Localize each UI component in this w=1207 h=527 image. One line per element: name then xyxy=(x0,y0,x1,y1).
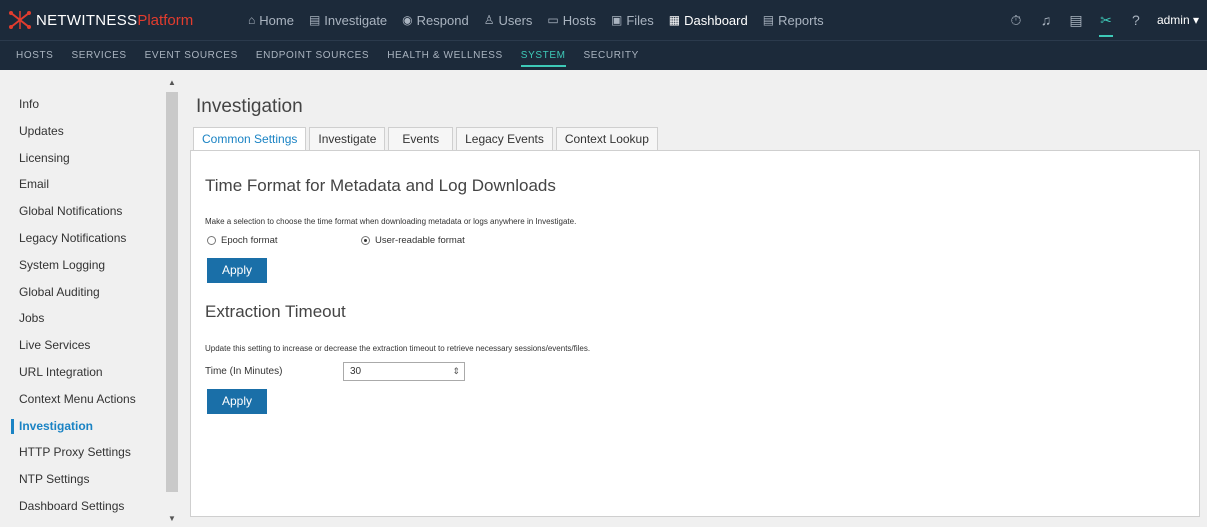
radio-label: Epoch format xyxy=(221,235,278,246)
time-format-title: Time Format for Metadata and Log Downloa… xyxy=(205,176,556,195)
subnav-endpoint-sources[interactable]: ENDPOINT SOURCES xyxy=(256,41,369,71)
nav-label: Home xyxy=(259,12,294,28)
main-content: Investigation Common Settings Investigat… xyxy=(190,78,1202,527)
sidebar-item-licensing[interactable]: Licensing xyxy=(0,145,164,172)
users-icon: ♙ xyxy=(483,13,495,27)
sidebar-item-global-notifications[interactable]: Global Notifications xyxy=(0,198,164,225)
sidebar-item-live-services[interactable]: Live Services xyxy=(0,332,164,359)
user-readable-format-radio[interactable]: User-readable format xyxy=(361,235,465,246)
sidebar-item-ntp-settings[interactable]: NTP Settings xyxy=(0,466,164,493)
nav-label: Reports xyxy=(778,12,824,28)
sidebar-item-jobs[interactable]: Jobs xyxy=(0,305,164,332)
nav-hosts[interactable]: ▭ Hosts xyxy=(547,13,596,28)
tab-legacy-events[interactable]: Legacy Events xyxy=(456,127,553,151)
nav-label: Investigate xyxy=(324,12,388,28)
brand-name: NETWITNESS xyxy=(36,11,138,29)
scroll-up-icon[interactable]: ▲ xyxy=(166,78,178,87)
radio-unselected-icon xyxy=(207,236,216,245)
tab-context-lookup[interactable]: Context Lookup xyxy=(555,127,658,151)
timer-icon[interactable]: ⏱ xyxy=(1001,12,1031,29)
sidebar-item-investigation[interactable]: Investigation xyxy=(0,413,164,440)
files-icon: ▣ xyxy=(610,13,623,27)
respond-icon: ◉ xyxy=(402,13,413,27)
subnav-services[interactable]: SERVICES xyxy=(71,41,126,71)
sidebar: Info Updates Licensing Email Global Noti… xyxy=(0,78,164,527)
sidebar-item-url-integration[interactable]: URL Integration xyxy=(0,359,164,386)
tab-investigate[interactable]: Investigate xyxy=(309,127,386,151)
nav-reports[interactable]: ▤ Reports xyxy=(763,13,824,28)
nav-label: Files xyxy=(626,12,654,28)
subnav-system[interactable]: SYSTEM xyxy=(520,41,566,71)
help-icon[interactable]: ? xyxy=(1121,12,1151,28)
nav-label: Respond xyxy=(416,12,469,28)
extraction-timeout-stepper[interactable]: 30 ⇕ xyxy=(343,362,465,381)
home-icon: ⌂ xyxy=(248,13,256,27)
notes-icon[interactable]: ▤ xyxy=(1061,12,1091,29)
brand-platform: Platform xyxy=(137,11,194,29)
settings-panel: Time Format for Metadata and Log Downloa… xyxy=(190,150,1200,517)
sidebar-item-info[interactable]: Info xyxy=(0,91,164,118)
nav-home[interactable]: ⌂ Home xyxy=(248,13,294,28)
subnav-event-sources[interactable]: EVENT SOURCES xyxy=(145,41,238,71)
time-format-description: Make a selection to choose the time form… xyxy=(205,217,577,226)
hosts-icon: ▭ xyxy=(547,13,559,27)
extraction-timeout-title: Extraction Timeout xyxy=(205,302,346,321)
radio-label: User-readable format xyxy=(375,235,465,246)
nav-label: Users xyxy=(498,12,533,28)
time-minutes-label: Time (In Minutes) xyxy=(205,366,283,377)
reports-icon: ▤ xyxy=(762,13,775,27)
investigate-icon: ▤ xyxy=(308,13,321,27)
sidebar-item-system-logging[interactable]: System Logging xyxy=(0,252,164,279)
sidebar-item-dashboard-settings[interactable]: Dashboard Settings xyxy=(0,493,164,520)
stepper-value: 30 xyxy=(350,366,362,377)
sidebar-item-legacy-notifications[interactable]: Legacy Notifications xyxy=(0,225,164,252)
nav-dashboard[interactable]: ▦ Dashboard xyxy=(669,13,748,28)
scrollbar-thumb[interactable] xyxy=(166,92,178,492)
scroll-down-icon[interactable]: ▼ xyxy=(166,514,178,523)
main-nav: ⌂ Home ▤ Investigate ◉ Respond ♙ Users ▭ Host… xyxy=(248,0,839,40)
nav-respond[interactable]: ◉ Respond xyxy=(402,13,469,28)
page-title: Investigation xyxy=(196,96,303,117)
tab-common-settings[interactable]: Common Settings xyxy=(193,127,307,151)
sidebar-scrollbar[interactable]: ▲ ▼ xyxy=(166,78,178,527)
stepper-arrows-icon[interactable]: ⇕ xyxy=(452,363,460,380)
sidebar-item-context-menu-actions[interactable]: Context Menu Actions xyxy=(0,386,164,413)
nav-files[interactable]: ▣ Files xyxy=(611,13,654,28)
sidebar-item-http-proxy-settings[interactable]: HTTP Proxy Settings xyxy=(0,439,164,466)
radio-selected-icon xyxy=(361,236,370,245)
extraction-timeout-description: Update this setting to increase or decre… xyxy=(205,344,591,353)
bell-icon[interactable]: ♫ xyxy=(1031,12,1061,28)
apply-time-format-button[interactable]: Apply xyxy=(207,258,267,283)
sidebar-item-global-auditing[interactable]: Global Auditing xyxy=(0,279,164,306)
nav-label: Hosts xyxy=(562,12,596,28)
nav-label: Dashboard xyxy=(684,12,748,28)
tab-bar: Common Settings Investigate Events Legac… xyxy=(193,127,661,151)
sidebar-item-email[interactable]: Email xyxy=(0,171,164,198)
netwitness-logo-icon xyxy=(9,11,31,29)
apply-extraction-timeout-button[interactable]: Apply xyxy=(207,389,267,414)
subnav-security[interactable]: SECURITY xyxy=(584,41,639,71)
right-nav: ⏱ ♫ ▤ ✂ ? admin ▾ xyxy=(1001,0,1207,40)
nav-investigate[interactable]: ▤ Investigate xyxy=(309,13,387,28)
subnav-health-wellness[interactable]: HEALTH & WELLNESS xyxy=(387,41,503,71)
admin-tools-icon[interactable]: ✂ xyxy=(1091,12,1121,37)
sidebar-item-updates[interactable]: Updates xyxy=(0,118,164,145)
user-menu[interactable]: admin ▾ xyxy=(1157,13,1199,27)
nav-users[interactable]: ♙ Users xyxy=(484,13,533,28)
logo[interactable]: NETWITNESS Platform xyxy=(8,0,193,40)
chevron-down-icon: ▾ xyxy=(1192,13,1199,27)
user-name: admin xyxy=(1156,13,1190,27)
epoch-format-radio[interactable]: Epoch format xyxy=(207,235,278,246)
subnav-hosts[interactable]: HOSTS xyxy=(16,41,53,71)
top-bar: NETWITNESS Platform ⌂ Home ▤ Investigate ◉… xyxy=(0,0,1207,40)
dashboard-icon: ▦ xyxy=(668,13,681,27)
tab-events[interactable]: Events xyxy=(388,127,454,151)
sub-nav: HOSTS SERVICES EVENT SOURCES ENDPOINT SO… xyxy=(0,40,1207,70)
